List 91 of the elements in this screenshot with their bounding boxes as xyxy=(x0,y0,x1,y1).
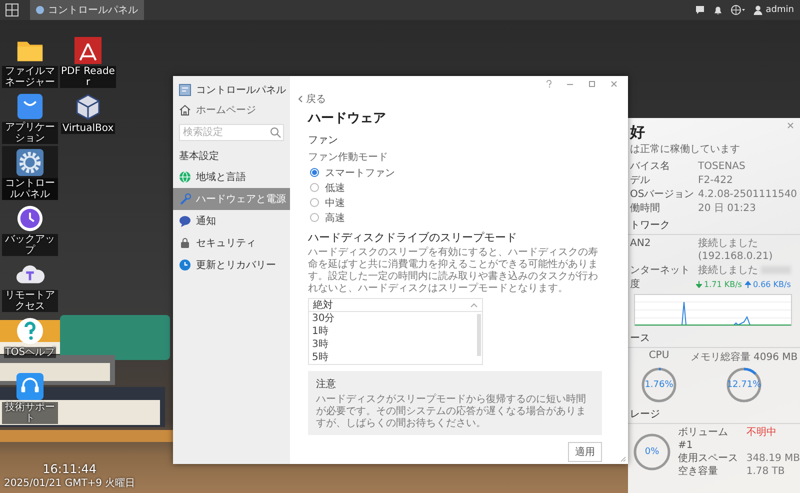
globe-icon xyxy=(179,171,191,183)
info-value: TOSENAS xyxy=(698,160,746,173)
caret-up-icon xyxy=(470,302,478,308)
description-text: ハードディスクのスリープを有効にすると、ハードディスクの寿命を延ばすと共に消費電力を抑えることができる可能性があります。設定した一定の時間内に読み取りや書き込みのタスクが行われないと、ハードディスクはスリープモードとなります。 xyxy=(308,247,599,295)
dropdown-option[interactable]: 30分 xyxy=(309,312,476,325)
sidebar-item[interactable]: 地域と言語 xyxy=(173,166,290,188)
sidebar-item[interactable]: セキュリティ xyxy=(173,232,290,254)
download-speed: 1.71 KB/s xyxy=(704,279,742,291)
lock-icon xyxy=(179,237,191,249)
radio-option[interactable]: 高速 xyxy=(308,210,351,225)
status-title: 好 xyxy=(630,123,645,142)
gear-icon xyxy=(15,148,45,177)
info-label: OSバージョン xyxy=(630,188,696,201)
info-label: ンターネット xyxy=(630,264,691,277)
search-field[interactable]: 検索設定 xyxy=(179,124,284,141)
shopping-bag-icon xyxy=(15,92,45,121)
info-label: 度 xyxy=(630,278,641,291)
radio-button[interactable] xyxy=(310,168,319,177)
upload-speed: 0.66 KB/s xyxy=(752,279,791,291)
section-heading: ハードディスクドライブのスリープモード xyxy=(308,230,518,245)
taskbar-tab[interactable]: コントロールパネル xyxy=(30,0,144,20)
info-label: AN2 xyxy=(630,237,652,251)
dropdown-option[interactable]: 5時 xyxy=(309,351,476,364)
gauge-reading: 0% xyxy=(644,447,660,457)
close-icon[interactable] xyxy=(787,122,794,129)
status-message: は正常に稼働しています xyxy=(629,142,741,156)
maximize-icon[interactable] xyxy=(588,80,596,88)
dropdown-option[interactable]: 3時 xyxy=(309,338,476,351)
radio-option[interactable]: スマートファン xyxy=(308,165,401,180)
info-value: F2-422 xyxy=(698,174,734,187)
radio-button[interactable] xyxy=(310,198,319,207)
section-heading: 基本設定 xyxy=(178,150,220,164)
globe-icon[interactable] xyxy=(730,5,745,15)
gauge-label: メモリ総容量 4096 MB xyxy=(690,350,798,364)
radio-button[interactable] xyxy=(310,213,319,222)
resize-grip-icon[interactable] xyxy=(620,456,626,462)
back-link[interactable]: 戻る xyxy=(298,92,326,106)
apply-button[interactable]: 適用 xyxy=(568,442,602,462)
sidebar-item[interactable]: 通知 xyxy=(173,210,290,232)
info-label: 空き容量 xyxy=(678,465,719,478)
info-value: 接続しました xyxy=(698,265,758,276)
info-label: ボリューム #1 xyxy=(678,426,729,452)
dropdown-field[interactable]: 絶対 xyxy=(308,298,483,312)
chevron-left-icon xyxy=(298,95,303,103)
control-panel-icon xyxy=(179,84,191,96)
info-label: 使用スペース xyxy=(678,452,739,465)
info-label: バイス名 xyxy=(630,160,671,173)
info-value: 1.78 TB xyxy=(746,465,786,478)
window-title: コントロールパネル xyxy=(196,84,286,97)
info-value: 不明中 xyxy=(746,426,778,440)
sidebar-item[interactable]: 更新とリカバリー xyxy=(173,254,290,276)
pdf-icon xyxy=(73,36,103,65)
bell-icon[interactable] xyxy=(712,5,723,15)
home-link[interactable]: ホームページ xyxy=(173,100,290,120)
notice-title: 注意 xyxy=(316,378,337,391)
info-value: 接続しました (192.168.0.21) xyxy=(698,238,773,262)
user-icon[interactable] xyxy=(752,5,763,15)
desktop-icon[interactable]: コントロールパネル xyxy=(2,146,58,200)
chat-icon[interactable] xyxy=(694,5,705,15)
info-value: 4.2.08-2501111540 xyxy=(698,188,798,201)
refresh-clock-icon xyxy=(179,259,191,271)
info-label: デル xyxy=(630,174,651,187)
notice-text: ハードディスクがスリープモードから復帰するのに短い時間が必要です。その間システムの応答が遅くなる場合がありますが、しばらくの間お待ちください。 xyxy=(316,394,587,430)
help-icon[interactable] xyxy=(546,80,552,88)
info-value: 20 日 01:23 xyxy=(698,202,757,215)
radio-option[interactable]: 低速 xyxy=(308,180,351,195)
download-arrow-icon xyxy=(696,281,702,288)
gauge-reading: 12.71% xyxy=(726,380,762,390)
clock-time: 16:11:44 xyxy=(42,462,97,476)
section-heading: ファン xyxy=(308,134,339,147)
upload-arrow-icon xyxy=(744,281,751,288)
question-mark-icon xyxy=(15,316,45,346)
chat-icon xyxy=(179,215,191,227)
radio-button[interactable] xyxy=(310,183,319,192)
close-icon[interactable] xyxy=(610,80,618,88)
dropdown-option[interactable]: 1時 xyxy=(309,325,476,338)
radio-option[interactable]: 中速 xyxy=(308,195,351,210)
info-value: 348.19 MB xyxy=(746,452,800,465)
field-label: ファン作動モード xyxy=(308,151,389,164)
app-dot-icon xyxy=(36,6,44,14)
info-label: 働時間 xyxy=(630,202,661,215)
gauge-reading: 1.76% xyxy=(644,380,674,390)
wrench-icon xyxy=(179,193,191,205)
gauge-label: CPU xyxy=(648,350,670,363)
clock-icon xyxy=(15,204,45,233)
clock-date: 2025/01/21 GMT+9 火曜日 xyxy=(4,476,136,490)
page-heading: ハードウェア xyxy=(308,110,387,127)
home-icon xyxy=(179,104,191,116)
search-icon xyxy=(270,127,281,138)
headset-icon xyxy=(15,372,45,401)
user-name[interactable]: admin xyxy=(766,5,794,15)
